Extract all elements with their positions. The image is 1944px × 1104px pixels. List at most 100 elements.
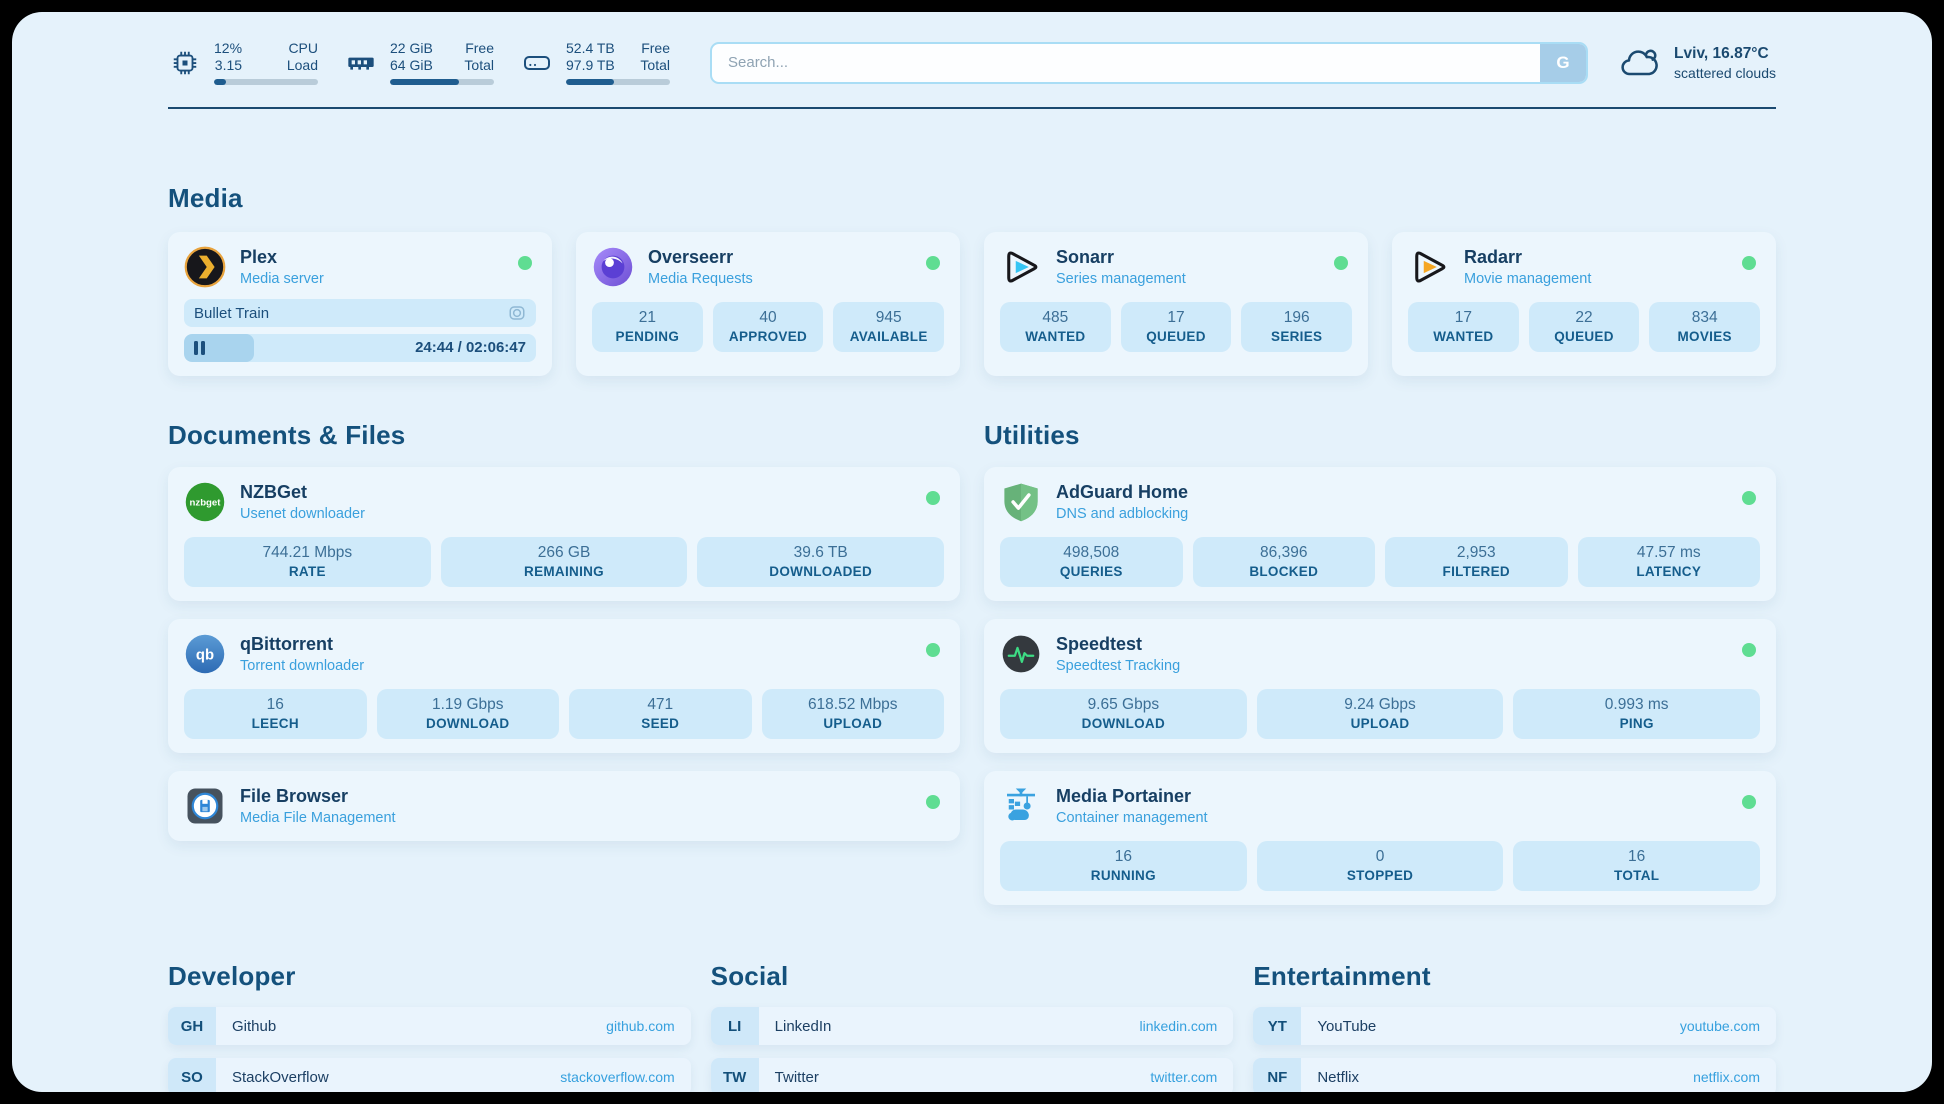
status-dot <box>926 795 940 809</box>
search-engine-button[interactable]: G <box>1540 44 1586 82</box>
cpu-progressbar <box>214 79 318 85</box>
link-url: netflix.com <box>1693 1069 1760 1085</box>
ram-progressbar <box>390 79 494 85</box>
app-name: Speedtest <box>1056 634 1180 655</box>
stat-label: FILTERED <box>1387 564 1566 579</box>
stat-value: 16 <box>1515 848 1758 866</box>
stat-value: 9.24 Gbps <box>1259 696 1502 714</box>
sonarr-icon <box>1000 246 1042 288</box>
stat-tile: 47.57 ms LATENCY <box>1578 537 1761 587</box>
svg-text:nzbget: nzbget <box>190 498 222 509</box>
stat-label: STOPPED <box>1259 868 1502 883</box>
qbittorrent-icon: qb <box>184 633 226 675</box>
sonarr-card[interactable]: Sonarr Series management 485 WANTED 17 Q… <box>984 232 1368 376</box>
adguard-card[interactable]: AdGuard Home DNS and adblocking 498,508 … <box>984 467 1776 601</box>
stat-tile: 0 STOPPED <box>1257 841 1504 891</box>
stat-value: 485 <box>1002 309 1109 327</box>
app-name: Plex <box>240 247 324 268</box>
link-row-twitter[interactable]: TW Twitter twitter.com <box>711 1058 1234 1092</box>
link-badge: YT <box>1253 1007 1301 1045</box>
stat-tile: 471 SEED <box>569 689 752 739</box>
stat-tile: 1.19 Gbps DOWNLOAD <box>377 689 560 739</box>
link-badge: GH <box>168 1007 216 1045</box>
status-dot <box>1742 491 1756 505</box>
stat-label: BLOCKED <box>1195 564 1374 579</box>
video-icon[interactable] <box>508 304 526 322</box>
section-title-social: Social <box>711 961 1234 992</box>
qbittorrent-card[interactable]: qb qBittorrent Torrent downloader 16 <box>168 619 960 753</box>
app-name: Media Portainer <box>1056 786 1208 807</box>
section-title-developer: Developer <box>168 961 691 992</box>
radarr-card[interactable]: Radarr Movie management 17 WANTED 22 QUE… <box>1392 232 1776 376</box>
app-desc: Media server <box>240 271 324 287</box>
nzbget-card[interactable]: nzbget NZBGet Usenet downloader 744. <box>168 467 960 601</box>
link-row-stackoverflow[interactable]: SO StackOverflow stackoverflow.com <box>168 1058 691 1092</box>
link-name: YouTube <box>1317 1018 1376 1035</box>
stat-value: 47.57 ms <box>1580 544 1759 562</box>
ram-label-bottom: Total <box>464 57 494 74</box>
search-input[interactable] <box>712 44 1540 82</box>
cpu-loadavg: 3.15 <box>215 57 242 74</box>
stat-tile: 945 AVAILABLE <box>833 302 944 352</box>
radarr-icon <box>1408 246 1450 288</box>
app-name: AdGuard Home <box>1056 482 1188 503</box>
stat-tile: 266 GB REMAINING <box>441 537 688 587</box>
filebrowser-card[interactable]: File Browser Media File Management <box>168 771 960 841</box>
stat-tile: 39.6 TB DOWNLOADED <box>697 537 944 587</box>
stat-tile: 196 SERIES <box>1241 302 1352 352</box>
cpu-percent: 12% <box>214 40 242 57</box>
disk-stat: 52.4 TB 97.9 TB Free Total <box>520 40 670 85</box>
stat-value: 945 <box>835 309 942 327</box>
stat-tile: 16 RUNNING <box>1000 841 1247 891</box>
stat-value: 17 <box>1410 309 1517 327</box>
weather-condition: scattered clouds <box>1674 65 1776 81</box>
app-desc: Media File Management <box>240 810 396 826</box>
entertainment-section: Entertainment YT YouTube youtube.com NF … <box>1253 961 1776 1092</box>
link-row-netflix[interactable]: NF Netflix netflix.com <box>1253 1058 1776 1092</box>
status-dot <box>1742 643 1756 657</box>
plex-icon <box>184 246 226 288</box>
top-bar: 12% 3.15 CPU Load <box>168 40 1776 85</box>
stat-value: 0.993 ms <box>1515 696 1758 714</box>
stat-label: AVAILABLE <box>835 329 942 344</box>
weather-location: Lviv, 16.87°C <box>1674 45 1776 63</box>
link-badge: SO <box>168 1058 216 1092</box>
stat-value: 834 <box>1651 309 1758 327</box>
stat-label: UPLOAD <box>764 716 943 731</box>
speedtest-card[interactable]: Speedtest Speedtest Tracking 9.65 Gbps D… <box>984 619 1776 753</box>
section-title-entertainment: Entertainment <box>1253 961 1776 992</box>
stat-label: MOVIES <box>1651 329 1758 344</box>
status-dot <box>1334 256 1348 270</box>
nzbget-icon: nzbget <box>184 481 226 523</box>
disk-label-bottom: Total <box>640 57 670 74</box>
stat-tile: 21 PENDING <box>592 302 703 352</box>
link-name: StackOverflow <box>232 1069 329 1086</box>
stat-tile: 834 MOVIES <box>1649 302 1760 352</box>
filebrowser-icon <box>184 785 226 827</box>
plex-card[interactable]: Plex Media server Bullet Train <box>168 232 552 376</box>
link-badge: NF <box>1253 1058 1301 1092</box>
cpu-label-bottom: Load <box>287 57 318 74</box>
stat-label: UPLOAD <box>1259 716 1502 731</box>
stat-tile: 0.993 ms PING <box>1513 689 1760 739</box>
link-row-youtube[interactable]: YT YouTube youtube.com <box>1253 1007 1776 1045</box>
developer-section: Developer GH Github github.com SO StackO… <box>168 961 691 1092</box>
overseerr-icon <box>592 246 634 288</box>
link-row-linkedin[interactable]: LI LinkedIn linkedin.com <box>711 1007 1234 1045</box>
link-name: Netflix <box>1317 1069 1359 1086</box>
stat-label: LATENCY <box>1580 564 1759 579</box>
link-row-github[interactable]: GH Github github.com <box>168 1007 691 1045</box>
stat-label: WANTED <box>1002 329 1109 344</box>
portainer-card[interactable]: Media Portainer Container management 16 … <box>984 771 1776 905</box>
stat-value: 40 <box>715 309 822 327</box>
portainer-icon <box>1000 785 1042 827</box>
stat-label: DOWNLOAD <box>1002 716 1245 731</box>
stat-tile: 498,508 QUERIES <box>1000 537 1183 587</box>
link-name: Twitter <box>775 1069 819 1086</box>
stat-tile: 9.65 Gbps DOWNLOAD <box>1000 689 1247 739</box>
link-url: twitter.com <box>1150 1069 1217 1085</box>
app-desc: DNS and adblocking <box>1056 506 1188 522</box>
playback-progressbar: 24:44 / 02:06:47 <box>184 334 536 362</box>
overseerr-card[interactable]: Overseerr Media Requests 21 PENDING 40 A… <box>576 232 960 376</box>
pause-icon[interactable] <box>194 341 205 355</box>
